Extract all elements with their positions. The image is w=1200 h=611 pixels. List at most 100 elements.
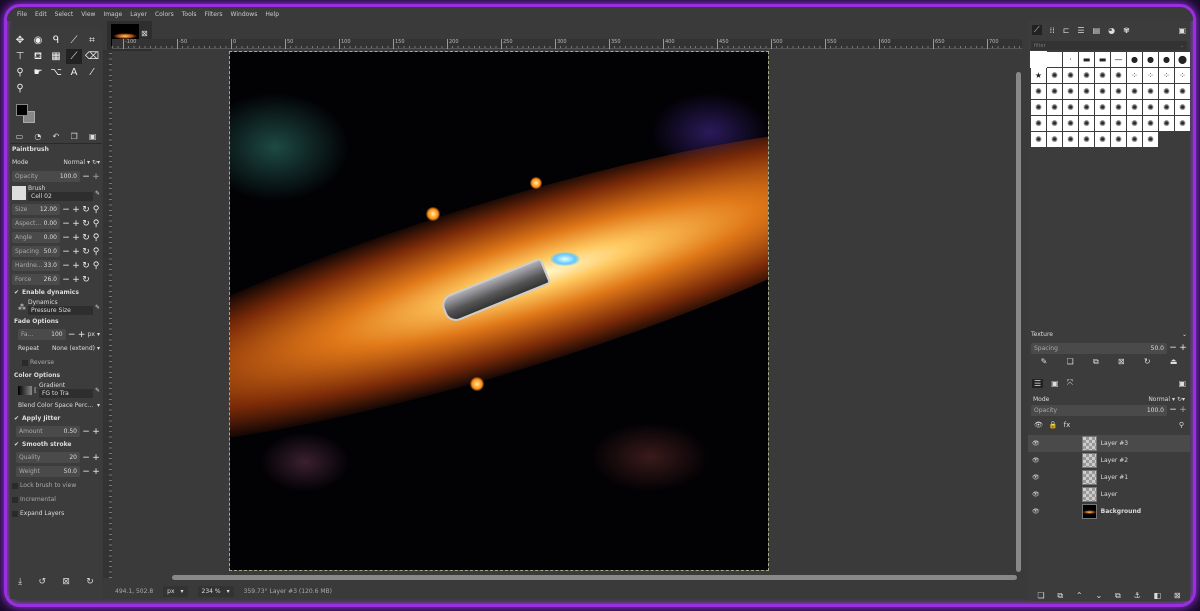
brush-item[interactable]: ✺ [1063,116,1078,131]
enable-dynamics-checkbox[interactable]: ✔ Enable dynamics [10,287,102,298]
brush-item[interactable]: ✺ [1159,100,1174,115]
smooth-stroke-checkbox[interactable]: ✔ Smooth stroke [10,439,102,450]
brush-item[interactable]: ⁘ [1127,68,1142,83]
menu-file[interactable]: File [17,11,27,21]
brush-item[interactable]: ✺ [1079,68,1094,83]
angle-slider[interactable]: Angle 0.00 [12,232,60,243]
brush-item[interactable]: ⬤ [1175,52,1190,67]
brush-item[interactable]: ⁘ [1159,68,1174,83]
duplicate-layer-icon[interactable]: ⧉ [1115,591,1121,601]
texture-dropdown[interactable]: Texture ⌄ [1031,331,1187,340]
edit-brush-icon[interactable]: ✎ [1041,357,1048,367]
menu-windows[interactable]: Windows [231,11,258,21]
brush-item[interactable]: ✺ [1111,116,1126,131]
gradients-tab-icon[interactable]: ✾ [1123,26,1130,35]
device-status-tab-icon[interactable]: ◔ [34,132,41,141]
brush-item[interactable]: ✺ [1111,132,1126,147]
brush-item[interactable] [1030,51,1047,68]
force-slider[interactable]: Force 26.0 [12,274,60,285]
fade-length-slider[interactable]: Fa... 100 [18,329,66,340]
brush-item[interactable]: ⁘ [1143,68,1158,83]
fuzzy-select-icon[interactable]: ⟋ [66,33,82,48]
mode-select[interactable]: Normal [63,159,85,166]
brush-item[interactable]: ✺ [1175,100,1190,115]
tool-options-tab-icon[interactable]: ▭ [16,132,24,141]
unit-select[interactable]: px ▾ [163,585,188,597]
eye-icon[interactable]: 👁 [1032,457,1040,464]
undo-history-tab-icon[interactable]: ↶ [53,132,60,141]
paths-icon[interactable]: ⌥ [48,65,64,80]
channels-tab-icon[interactable]: ▣ [1051,379,1059,388]
zoom-icon[interactable]: ⚲ [12,81,28,96]
configure-layers-tab-icon[interactable]: ▣ [1178,379,1186,388]
brush-item[interactable]: ✺ [1095,100,1110,115]
raise-layer-icon[interactable]: ⌃ [1076,591,1083,601]
brush-item[interactable]: ✺ [1047,68,1062,83]
transform-icon[interactable]: ⊤ [12,49,28,64]
smudge-icon[interactable]: ☛ [30,65,46,80]
eraser-icon[interactable]: ⌫ [84,49,100,64]
brush-item[interactable]: ▬ [1095,52,1110,67]
brush-item[interactable]: ✺ [1127,84,1142,99]
brush-name[interactable]: Cell 02 [28,192,93,201]
brush-item[interactable]: ● [1159,52,1174,67]
images-tab-icon[interactable]: ❐ [70,132,77,141]
brush-item[interactable]: ✺ [1079,100,1094,115]
brush-item[interactable]: ✺ [1143,84,1158,99]
layer-row[interactable]: 👁 Layer [1028,486,1190,503]
delete-layer-icon[interactable]: ⊠ [1174,591,1181,601]
menu-image[interactable]: Image [103,11,122,21]
dynamics-select[interactable]: Pressure Size [28,306,93,315]
edit-icon[interactable]: ✎ [95,190,100,197]
tool-presets-tab-icon[interactable]: ☰ [1077,26,1084,35]
brush-item[interactable]: ✺ [1063,68,1078,83]
brush-item[interactable]: ✺ [1047,84,1062,99]
brush-item[interactable] [1047,52,1062,67]
amount-slider[interactable]: Amount 0.50 [16,426,80,437]
weight-slider[interactable]: Weight 50.0 [16,466,80,477]
layer-opacity-slider[interactable]: Opacity 100.0 [1031,405,1167,416]
menu-tools[interactable]: Tools [182,11,197,21]
menu-help[interactable]: Help [265,11,279,21]
brush-item[interactable]: — [1111,52,1126,67]
hardness-slider[interactable]: Hardne... 33.0 [12,260,60,271]
brush-item[interactable]: ★ [1031,68,1046,83]
new-layer-icon[interactable]: ❏ [1037,591,1044,601]
brush-item[interactable]: ✺ [1127,116,1142,131]
refresh-brushes-icon[interactable]: ↻ [1144,357,1151,367]
eye-icon[interactable]: 👁 [1032,440,1040,447]
brushes-tab-icon[interactable]: ⟋ [1032,25,1042,35]
new-brush-icon[interactable]: ❏ [1067,357,1074,367]
brush-item[interactable]: ✺ [1159,84,1174,99]
configure-tab-icon[interactable]: ▣ [1178,26,1186,35]
pattern-icon[interactable]: ▦ [48,49,64,64]
apply-jitter-checkbox[interactable]: ✔ Apply Jitter [10,413,102,424]
zoom-select[interactable]: 234 % ▾ [197,585,234,597]
menu-edit[interactable]: Edit [35,11,47,21]
anchor-layer-icon[interactable]: ⚓ [1133,591,1140,601]
menu-filters[interactable]: Filters [205,11,223,21]
incremental-checkbox[interactable]: Incremental [12,493,100,506]
brush-item[interactable]: ● [1143,52,1158,67]
lower-layer-icon[interactable]: ⌄ [1095,591,1102,601]
fg-bg-colors[interactable] [10,100,102,130]
brush-item[interactable]: ✺ [1095,116,1110,131]
brush-item[interactable]: ✺ [1079,116,1094,131]
brush-item[interactable]: ✺ [1063,84,1078,99]
fonts-tab-icon[interactable]: ⊏ [1063,26,1070,35]
gradient-select[interactable]: FG to Tra [38,389,93,398]
menu-layer[interactable]: Layer [130,11,147,21]
menu-colors[interactable]: Colors [155,11,174,21]
gradient-preview[interactable] [18,385,32,395]
delete-brush-icon[interactable]: ⊠ [1118,357,1125,367]
blend-color-space-select[interactable]: Blend Color Space Perc... ▾ [12,399,100,412]
close-tab-icon[interactable]: ⊠ [141,29,148,38]
brush-filter-input[interactable]: filter ⌄ [1031,41,1187,50]
vertical-scrollbar[interactable] [1016,72,1021,572]
paths-tab-icon[interactable]: ⤧ [1067,378,1073,388]
brush-item[interactable]: ✺ [1031,84,1046,99]
spacing-slider[interactable]: Spacing 50.0 [12,246,60,257]
duplicate-brush-icon[interactable]: ⧉ [1093,357,1099,367]
brush-item[interactable]: ✺ [1063,100,1078,115]
brush-item[interactable]: ✺ [1175,116,1190,131]
